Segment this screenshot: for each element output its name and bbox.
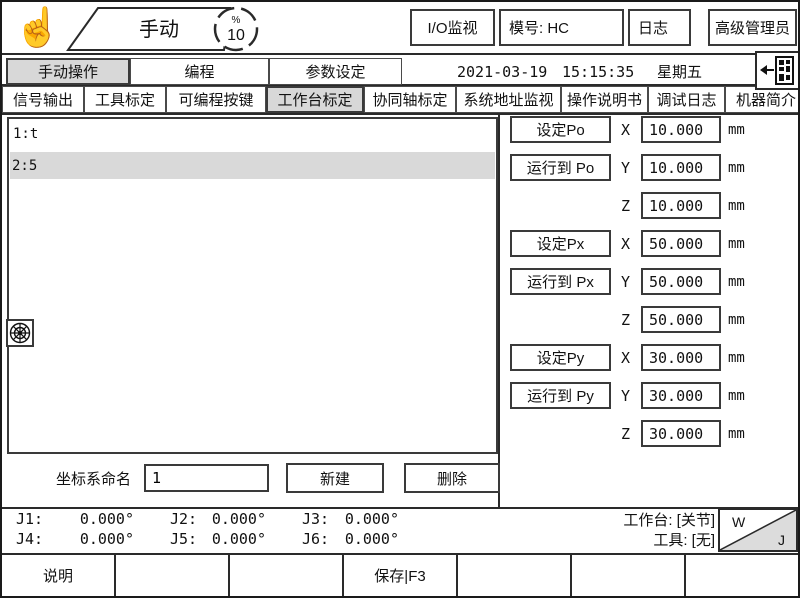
axis-label: Z (621, 306, 630, 333)
naming-label: 坐标系命名 (56, 463, 131, 493)
axis-label: Y (621, 382, 630, 409)
fkey-empty-6 (572, 555, 686, 596)
run-to-px-button[interactable]: 运行到 Px (510, 268, 611, 295)
axis-label: Y (621, 154, 630, 181)
status-date: 2021-03-19 (457, 58, 547, 85)
list-item-label: 2:5 (10, 158, 37, 174)
speed-unit-label: % (232, 15, 241, 26)
px-x-field[interactable]: 50.000 (641, 230, 721, 257)
naming-input-box (144, 464, 269, 492)
fkey-help-button[interactable]: 说明 (2, 555, 116, 596)
joint-j1-label: J1: (16, 509, 43, 529)
joint-j3-value: 0.000° (327, 509, 399, 529)
py-y-field[interactable]: 30.000 (641, 382, 721, 409)
joint-j6-label: J6: (302, 529, 329, 549)
delete-button[interactable]: 删除 (404, 463, 500, 493)
status-time: 15:15:35 (562, 58, 634, 85)
set-py-button[interactable]: 设定Py (510, 344, 611, 371)
po-y-field[interactable]: 10.000 (641, 154, 721, 181)
panel-divider (498, 115, 500, 507)
tab-parameter-setting[interactable]: 参数设定 (269, 58, 402, 85)
joint-j3-label: J3: (302, 509, 329, 529)
keyboard-collapse-icon (757, 53, 798, 88)
unit-label: mm (728, 230, 745, 257)
calibration-wheel-button[interactable] (6, 319, 34, 347)
joint-frame-label: J (778, 532, 785, 548)
joint-j6-value: 0.000° (327, 529, 399, 549)
unit-label: mm (728, 344, 745, 371)
model-number-button[interactable]: 模号: HC (499, 9, 624, 46)
world-joint-toggle[interactable]: W J (718, 508, 798, 552)
unit-label: mm (728, 192, 745, 219)
mode-banner-label: 手动 (139, 18, 179, 41)
subtab-programmable-keys[interactable]: 可编程按键 (166, 86, 266, 113)
unit-label: mm (728, 420, 745, 447)
px-z-field[interactable]: 50.000 (641, 306, 721, 333)
function-key-bar: 说明 保存|F3 (2, 553, 798, 596)
admin-level-button[interactable]: 高级管理员 (708, 9, 797, 46)
subtab-workbench-calibration[interactable]: 工作台标定 (266, 86, 364, 113)
status-weekday: 星期五 (657, 58, 702, 85)
axis-label: X (621, 116, 630, 143)
tab-programming[interactable]: 编程 (130, 58, 269, 85)
workbench-mode-label: 工作台: [关节] (482, 509, 715, 529)
robot-control-window: ☝ 手动 % 10 I/O监视 模号: HC 日志 高级管理员 手动操作 编程 … (0, 0, 800, 598)
list-item-selected[interactable]: 2:5 (10, 152, 495, 179)
subtab-system-address-monitor[interactable]: 系统地址监视 (456, 86, 561, 113)
fkey-empty-2 (116, 555, 230, 596)
fkey-empty-3 (230, 555, 344, 596)
joint-j2-value: 0.000° (194, 509, 266, 529)
new-button[interactable]: 新建 (286, 463, 384, 493)
set-po-button[interactable]: 设定Po (510, 116, 611, 143)
unit-label: mm (728, 154, 745, 181)
run-to-po-button[interactable]: 运行到 Po (510, 154, 611, 181)
axis-label: Z (621, 420, 630, 447)
joint-j4-value: 0.000° (47, 529, 134, 549)
tab-manual-operation[interactable]: 手动操作 (6, 58, 130, 85)
target-wheel-icon (9, 322, 31, 344)
tool-mode-label: 工具: [无] (482, 529, 715, 549)
world-frame-label: W (732, 514, 746, 530)
axis-label: X (621, 230, 630, 257)
unit-label: mm (728, 306, 745, 333)
set-px-button[interactable]: 设定Px (510, 230, 611, 257)
axis-label: Y (621, 268, 630, 295)
mode-banner: 手动 % 10 (56, 3, 271, 55)
subtab-debug-log[interactable]: 调试日志 (648, 86, 725, 113)
unit-label: mm (728, 116, 745, 143)
subtab-coaxial-calibration[interactable]: 协同轴标定 (364, 86, 456, 113)
fkey-empty-5 (458, 555, 572, 596)
hand-mode-icon: ☝ (14, 4, 61, 52)
po-x-field[interactable]: 10.000 (641, 116, 721, 143)
unit-label: mm (728, 382, 745, 409)
world-joint-diagonal-icon: W J (720, 510, 796, 550)
po-z-field[interactable]: 10.000 (641, 192, 721, 219)
speed-value-label: 10 (227, 27, 245, 44)
joint-j1-value: 0.000° (47, 509, 134, 529)
run-to-py-button[interactable]: 运行到 Py (510, 382, 611, 409)
naming-input[interactable] (146, 466, 267, 490)
unit-label: mm (728, 268, 745, 295)
py-z-field[interactable]: 30.000 (641, 420, 721, 447)
io-monitor-button[interactable]: I/O监视 (410, 9, 495, 46)
px-y-field[interactable]: 50.000 (641, 268, 721, 295)
list-item[interactable]: 1:t (13, 122, 38, 146)
axis-label: X (621, 344, 630, 371)
fkey-save-button[interactable]: 保存|F3 (344, 555, 458, 596)
subtab-signal-output[interactable]: 信号输出 (2, 86, 84, 113)
fkey-empty-7 (686, 555, 798, 596)
log-button[interactable]: 日志 (628, 9, 691, 46)
py-x-field[interactable]: 30.000 (641, 344, 721, 371)
keyboard-toggle-button[interactable] (755, 51, 800, 90)
axis-label: Z (621, 192, 630, 219)
subtab-tool-calibration[interactable]: 工具标定 (84, 86, 166, 113)
joint-j4-label: J4: (16, 529, 43, 549)
subtab-operation-manual[interactable]: 操作说明书 (561, 86, 648, 113)
sub-tab-row: 信号输出 工具标定 可编程按键 工作台标定 协同轴标定 系统地址监视 操作说明书… (2, 86, 798, 115)
joint-j5-value: 0.000° (194, 529, 266, 549)
